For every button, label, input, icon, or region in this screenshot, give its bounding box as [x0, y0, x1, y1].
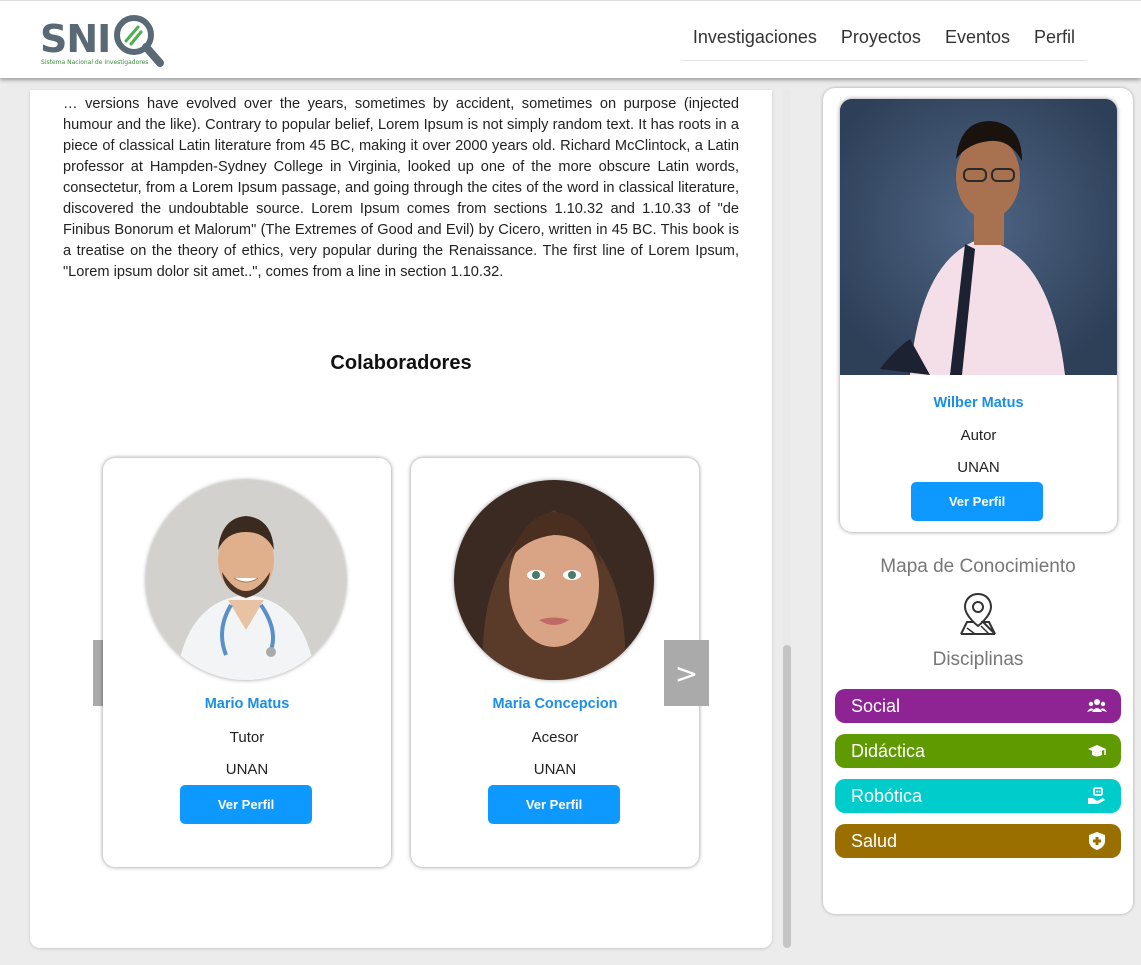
nav-investigaciones[interactable]: Investigaciones [680, 23, 829, 61]
view-profile-button[interactable]: Ver Perfil [180, 785, 312, 824]
woman-photo [454, 480, 654, 680]
collaborator-card: Maria Concepcion Acesor UNAN Ver Perfil [411, 458, 699, 867]
discipline-robotica[interactable]: Robótica [835, 779, 1121, 813]
collaborator-name[interactable]: Mario Matus [103, 696, 391, 712]
article-body: … versions have evolved over the years, … [63, 96, 739, 280]
scrollbar-thumb[interactable] [783, 645, 791, 948]
discipline-label: Robótica [851, 786, 923, 806]
collaborators-title: Colaboradores [330, 352, 472, 374]
author-view-profile-button[interactable]: Ver Perfil [911, 482, 1043, 521]
view-profile-button[interactable]: Ver Perfil [488, 785, 620, 824]
collaborator-institution: UNAN [533, 761, 577, 778]
discipline-label: Didáctica [851, 741, 926, 761]
collaborator-role: Tutor [229, 729, 265, 746]
main-scrollbar[interactable] [783, 90, 791, 948]
top-header: SNI Sistema Nacional de Investigadores I… [0, 0, 1141, 78]
discipline-didactica[interactable]: Didáctica [835, 734, 1121, 768]
discipline-label: Salud [851, 831, 898, 851]
author-role: Autor [960, 427, 997, 444]
nav-eventos[interactable]: Eventos [932, 23, 1022, 61]
main-panel: … versions have evolved over the years, … [30, 90, 772, 948]
author-photo [840, 99, 1117, 375]
author-sidebar: Wilber Matus Autor UNAN Ver Perfil Mapa … [823, 88, 1133, 914]
discipline-social[interactable]: Social [835, 689, 1121, 723]
nav-proyectos[interactable]: Proyectos [828, 23, 933, 61]
discipline-label: Social [851, 696, 901, 716]
author-photo-image [840, 99, 1117, 375]
collaborator-institution: UNAN [225, 761, 269, 778]
shield-plus-icon [1089, 832, 1105, 850]
discipline-salud[interactable]: Salud [835, 824, 1121, 858]
robot-hand-icon [1088, 787, 1105, 804]
doctor-photo [146, 480, 346, 680]
disciplines-title: Disciplinas [932, 649, 1024, 670]
sni-logo[interactable]: SNI Sistema Nacional de Investigadores [40, 11, 165, 71]
users-icon [1087, 699, 1107, 712]
logo-text: SNI [40, 17, 111, 61]
author-card: Wilber Matus Autor UNAN Ver Perfil [840, 99, 1117, 532]
author-institution: UNAN [957, 459, 1000, 476]
map-pin-icon[interactable] [955, 590, 1001, 636]
avatar [454, 480, 654, 680]
author-name[interactable]: Wilber Matus [840, 395, 1117, 411]
knowledge-map-title: Mapa de Conocimiento [880, 556, 1076, 577]
collaborator-card: Mario Matus Tutor UNAN Ver Perfil [103, 458, 391, 867]
main-nav: Investigaciones Proyectos Eventos Perfil [680, 23, 1087, 61]
avatar [146, 480, 346, 680]
logo-subtitle: Sistema Nacional de Investigadores [41, 59, 149, 66]
nav-perfil[interactable]: Perfil [1021, 23, 1087, 61]
collaborator-role: Acesor [531, 729, 579, 746]
collaborator-name[interactable]: Maria Concepcion [411, 696, 699, 712]
carousel-next-button[interactable]: > [664, 640, 709, 706]
graduation-cap-icon [1088, 745, 1106, 757]
